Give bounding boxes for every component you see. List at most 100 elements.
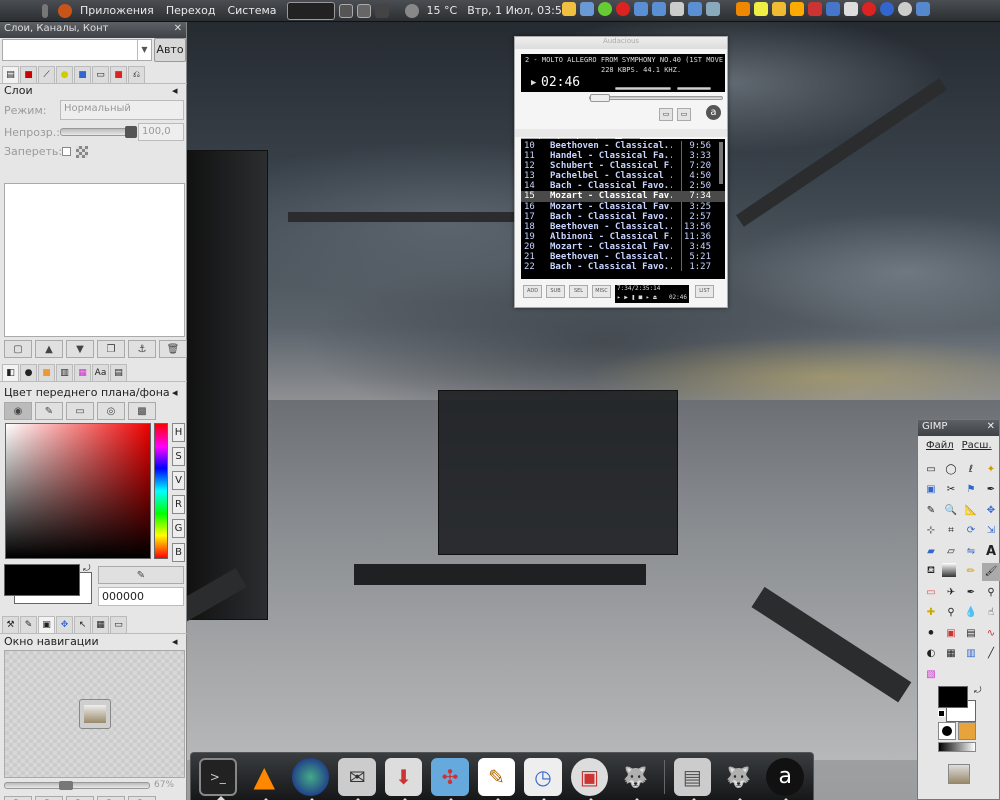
sub-button[interactable]: SUB <box>546 285 565 298</box>
tab-channels[interactable]: ■ <box>20 66 37 83</box>
levels-icon[interactable]: ▤ <box>962 624 980 642</box>
web-browser-icon[interactable] <box>291 757 330 800</box>
gimp-selector-button[interactable]: ◉ <box>4 402 32 420</box>
notepad-icon[interactable] <box>754 2 768 16</box>
media-play-icon[interactable] <box>880 2 894 16</box>
color-picker-icon[interactable]: ✎ <box>922 501 940 519</box>
channel-h-button[interactable]: H <box>172 423 185 442</box>
lock-alpha-checkbox[interactable] <box>62 147 71 156</box>
playlist-row[interactable]: 22 Bach - Classical Favo... 1:27 <box>521 262 725 272</box>
tab-sample[interactable]: ▦ <box>92 616 109 633</box>
bucket-fill-icon[interactable]: ⛾ <box>922 563 940 581</box>
installer-icon[interactable]: ⬇ <box>384 757 423 800</box>
tab-brush-2[interactable]: ✎ <box>20 616 37 633</box>
tab-palette[interactable]: ▦ <box>74 364 91 381</box>
toolbox-brush-swatch[interactable] <box>938 722 956 740</box>
zoom-100-button[interactable]: 🔍 <box>66 796 94 800</box>
zoom-fit-button[interactable]: 🔍 <box>97 796 125 800</box>
channel-s-button[interactable]: S <box>172 447 185 466</box>
audacious-icon[interactable]: a <box>766 757 804 800</box>
mode-select[interactable]: Нормальный <box>60 100 184 120</box>
mail-icon[interactable]: ✉ <box>338 757 376 800</box>
playlist-row[interactable]: 20 Mozart - Classical Fav... 3:45 <box>521 242 725 252</box>
chain-icon[interactable] <box>736 2 750 16</box>
tab-pattern[interactable]: ■ <box>38 364 55 381</box>
folder-yellow-icon[interactable] <box>772 2 786 16</box>
text-icon[interactable]: A <box>982 542 1000 560</box>
folder-icon-3[interactable] <box>688 2 702 16</box>
zoom-slider[interactable] <box>4 781 150 790</box>
text-editor-icon[interactable]: ✎ <box>477 757 516 800</box>
perspective-clone-icon[interactable]: ⚲ <box>942 604 960 622</box>
new-layer-button[interactable]: ▢ <box>4 340 32 358</box>
tab-brushes[interactable]: ■ <box>110 66 127 83</box>
screenshot-icon[interactable]: ▣ <box>570 757 609 800</box>
scale-icon[interactable]: ⇲ <box>982 522 1000 540</box>
toolbox-titlebar[interactable]: GIMP ✕ <box>918 420 999 436</box>
menu-applications[interactable]: Приложения <box>74 0 160 22</box>
color-select-icon[interactable]: ▣ <box>922 481 940 499</box>
playlist-row[interactable]: 13 Pachelbel - Classical ... 4:50 <box>521 171 725 181</box>
playlist-row[interactable]: 17 Bach - Classical Favo... 2:57 <box>521 212 725 222</box>
zoom-out-button[interactable]: 🔍 <box>4 796 32 800</box>
threshold-icon[interactable]: ╱ <box>982 645 1000 663</box>
toolbox-image-icon[interactable] <box>948 764 970 784</box>
magnify-icon[interactable]: 🔍 <box>942 501 960 519</box>
opacity-slider[interactable] <box>60 126 137 138</box>
tab-palettes[interactable]: ■ <box>74 66 91 83</box>
channel-r-button[interactable]: R <box>172 495 185 514</box>
dodge-burn-icon[interactable]: ⚫ <box>922 624 940 642</box>
vlc-icon[interactable]: ▲ <box>246 758 283 800</box>
menu-places[interactable]: Переход <box>160 0 222 22</box>
blur-icon[interactable]: 💧 <box>962 604 980 622</box>
playlist-row[interactable]: 21 Beethoven - Classical... 5:21 <box>521 252 725 262</box>
layers-list[interactable] <box>4 183 185 337</box>
hex-input[interactable]: 000000 <box>98 587 184 606</box>
shield-icon[interactable] <box>844 2 858 16</box>
folder-icon-2[interactable] <box>652 2 666 16</box>
playlist-row[interactable]: 12 Schubert - Classical F... 7:20 <box>521 161 725 171</box>
power-icon[interactable] <box>898 2 912 16</box>
audacious-logo-icon[interactable]: a <box>706 105 721 120</box>
anchor-layer-button[interactable]: ⚓ <box>128 340 156 358</box>
tab-document-history[interactable]: ▤ <box>110 364 127 381</box>
move-icon[interactable]: ✥ <box>982 501 1000 519</box>
balance-slider[interactable] <box>677 87 711 90</box>
playlist-row[interactable]: 16 Mozart - Classical Fav... 3:25 <box>521 202 725 212</box>
paintbrush-icon[interactable]: 🖌 <box>982 562 1000 581</box>
dock-titlebar[interactable]: Слои, Каналы, Конт ✕ <box>0 22 186 38</box>
eye-icon[interactable] <box>374 3 389 18</box>
layer-mask-icon[interactable]: ▣ <box>942 624 960 642</box>
repeat-button[interactable]: ▭ <box>677 108 691 121</box>
fuzzy-select-icon[interactable]: ✦ <box>982 460 1000 478</box>
trash-icon[interactable] <box>706 2 720 16</box>
rect-select-icon[interactable]: ▭ <box>922 460 940 478</box>
tab-brush[interactable]: ● <box>20 364 37 381</box>
flip-icon[interactable]: ⇋ <box>962 542 980 560</box>
zoom-shrink-button[interactable]: 🔍 <box>128 796 156 800</box>
list-button[interactable]: LIST <box>695 285 714 298</box>
toolbox-icon[interactable] <box>808 2 822 16</box>
free-select-icon[interactable]: ℓ <box>962 460 980 478</box>
playlist-row[interactable]: 19 Albinoni - Classical F... 11:36 <box>521 232 725 242</box>
playlist-row[interactable]: 11 Handel - Classical Fa... 3:33 <box>521 151 725 161</box>
measure-icon[interactable]: 📐 <box>962 501 980 519</box>
toolbox-default-colors-icon[interactable] <box>938 710 945 717</box>
duplicate-layer-button[interactable]: ❐ <box>97 340 125 358</box>
add-button[interactable]: ADD <box>523 285 542 298</box>
show-desktop-icon[interactable] <box>356 3 371 18</box>
folder-icon[interactable] <box>634 2 648 16</box>
menu-extensions[interactable]: Расш. <box>962 440 992 451</box>
penguin-icon[interactable] <box>562 2 576 16</box>
playlist-row[interactable]: 14 Bach - Classical Favo... 2:50 <box>521 181 725 191</box>
clock-icon[interactable]: ◷ <box>524 757 562 800</box>
sel-button[interactable]: SEL <box>569 285 588 298</box>
auto-button[interactable]: Авто <box>154 38 186 62</box>
swap-colors-icon[interactable]: ⤾ <box>83 564 91 574</box>
tab-tool-options[interactable]: ● <box>56 66 73 83</box>
misc-button[interactable]: MISC <box>592 285 611 298</box>
heal-icon[interactable]: ✚ <box>922 604 940 622</box>
blend-icon[interactable] <box>942 562 956 577</box>
close-icon[interactable]: ✕ <box>174 23 182 37</box>
color-picker-button[interactable]: ✎ <box>98 566 184 584</box>
